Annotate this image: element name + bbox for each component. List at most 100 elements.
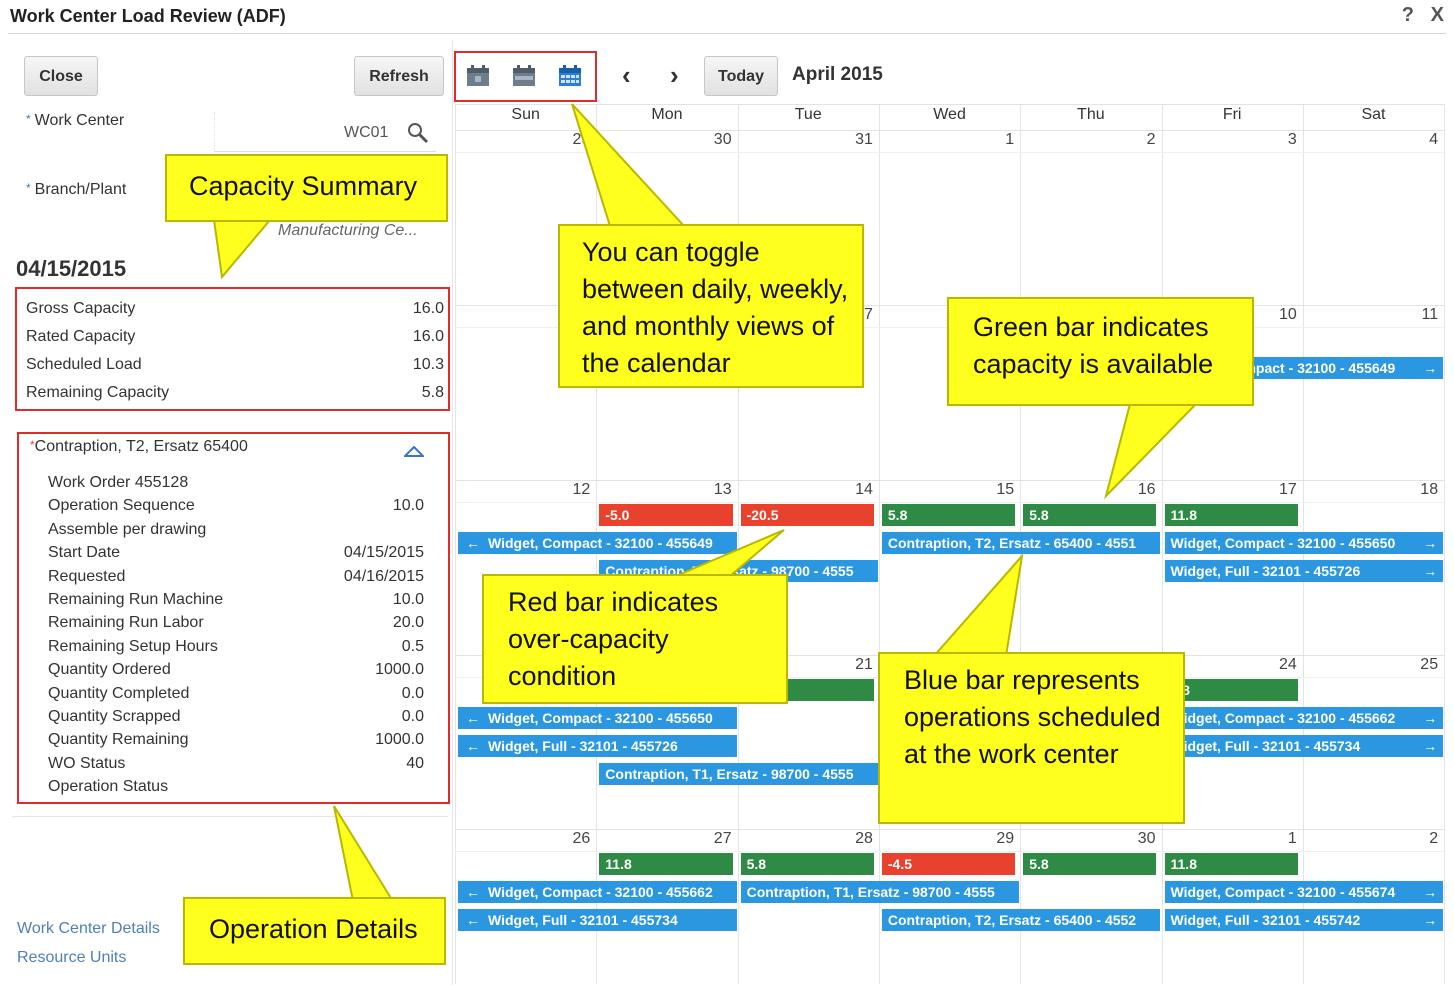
bar-text: Widget, Full - 32101 - 455734: [1170, 738, 1361, 754]
grid-column-line: [1444, 104, 1446, 984]
operation-row-label: Remaining Run Labor: [48, 614, 204, 632]
close-icon[interactable]: X: [1431, 4, 1444, 27]
operation-bar[interactable]: Widget, Compact - 32100 - 455662 →: [1164, 707, 1444, 729]
capacity-bar[interactable]: -5.0: [599, 504, 733, 526]
bar-text: 5.8: [1029, 507, 1049, 523]
summary-row-value: 16.0: [412, 300, 444, 317]
capacity-bar[interactable]: 11.8: [599, 853, 733, 875]
operation-row-label: Quantity Completed: [48, 684, 190, 702]
capacity-bar[interactable]: 5.8: [740, 853, 874, 875]
today-button[interactable]: Today: [704, 56, 778, 96]
day-header: Wed: [933, 106, 966, 123]
operation-bar[interactable]: Widget, Full - 32101 - 455726 →: [1164, 560, 1444, 582]
date-number[interactable]: 15: [879, 481, 1014, 499]
date-number[interactable]: 3: [1162, 131, 1297, 149]
month-view-icon[interactable]: [558, 65, 582, 87]
date-number[interactable]: 16: [1020, 481, 1156, 499]
bar-text: 11.8: [605, 856, 632, 872]
arrow-left-icon: ←: [466, 535, 480, 551]
bar-text: 11.8: [1170, 507, 1197, 523]
operation-row-label: Work Order 455128: [48, 474, 189, 491]
date-number[interactable]: 2: [1020, 131, 1156, 149]
grid-date-line: [455, 851, 1445, 852]
date-number[interactable]: 29: [455, 131, 591, 149]
capacity-bar[interactable]: 5.8: [1023, 853, 1157, 875]
green-bar-callout: Green bar indicates capacity is availabl…: [947, 297, 1254, 406]
operation-header[interactable]: *Contraption, T2, Ersatz 65400: [30, 438, 248, 456]
date-number[interactable]: 25: [1303, 656, 1438, 674]
blue-bar-tail: [931, 552, 1024, 657]
capacity-summary-tail: [212, 219, 273, 280]
capacity-bar[interactable]: 11.8: [1164, 853, 1298, 875]
summary-date: 04/15/2015: [16, 256, 127, 281]
collapse-triangle-icon[interactable]: [404, 446, 424, 458]
branch-plant-value[interactable]: Manufacturing Ce...: [278, 222, 418, 240]
operation-bar[interactable]: Contraption, T1, Ersatz - 98700 - 4555: [740, 881, 1020, 903]
date-number[interactable]: 30: [1020, 830, 1156, 848]
refresh-button[interactable]: Refresh: [354, 56, 444, 96]
help-icon[interactable]: ?: [1402, 4, 1414, 27]
operation-row-value: 1000.0: [375, 731, 424, 749]
bar-text: -4.5: [887, 856, 913, 872]
date-number[interactable]: 29: [879, 830, 1014, 848]
operation-bar[interactable]: Widget, Full - 32101 - 455742 →: [1164, 909, 1444, 931]
bar-text: Widget, Compact - 32100 - 455674: [1170, 884, 1396, 900]
date-number[interactable]: 1: [879, 131, 1014, 149]
date-number[interactable]: 26: [455, 830, 591, 848]
date-number[interactable]: 31: [738, 131, 873, 149]
capacity-bar[interactable]: -4.5: [881, 853, 1016, 875]
operation-bar[interactable]: ← Widget, Full - 32101 - 455734: [458, 909, 737, 931]
bar-text: Contraption, T1, Ersatz - 98700 - 4555: [746, 884, 995, 900]
day-view-icon[interactable]: [466, 65, 490, 87]
work-center-details-link[interactable]: Work Center Details: [17, 920, 160, 938]
operation-row-label: WO Status: [48, 754, 126, 772]
date-number[interactable]: 4: [1303, 131, 1438, 149]
bar-text: 5.8: [887, 507, 908, 523]
date-number[interactable]: 2: [1303, 830, 1438, 848]
day-header: Tue: [794, 106, 822, 123]
work-center-value[interactable]: WC01: [344, 124, 388, 142]
date-number[interactable]: 30: [596, 131, 732, 149]
date-number[interactable]: 1: [1162, 830, 1297, 848]
capacity-bar[interactable]: -20.5: [740, 504, 874, 526]
date-number[interactable]: 17: [1162, 481, 1297, 499]
date-number[interactable]: 27: [596, 830, 732, 848]
arrow-right-icon: →: [1421, 881, 1438, 903]
week-view-icon[interactable]: [512, 65, 536, 87]
operation-bar[interactable]: ← Widget, Full - 32101 - 455726: [458, 735, 737, 757]
capacity-bar[interactable]: 5.8: [881, 504, 1016, 526]
operation-row-label: Operation Sequence: [48, 497, 195, 515]
search-icon[interactable]: [406, 121, 430, 145]
operation-bar[interactable]: Contraption, T2, Ersatz - 65400 - 4551: [881, 532, 1161, 554]
date-number[interactable]: 11: [1303, 306, 1438, 324]
date-number[interactable]: 14: [738, 481, 873, 499]
grid-row-line: [455, 104, 1445, 105]
close-button[interactable]: Close: [24, 56, 98, 96]
operation-bar[interactable]: Contraption, T1, Ersatz - 98700 - 4555: [599, 763, 878, 785]
operation-bar[interactable]: ← Widget, Compact - 32100 - 455662: [458, 881, 737, 903]
operation-bar[interactable]: Widget, Compact - 32100 - 455674 →: [1164, 881, 1444, 903]
operation-row-label: Start Date: [48, 544, 121, 562]
operation-row-value: 10.0: [392, 497, 424, 515]
date-number[interactable]: 12: [455, 481, 591, 499]
arrow-left-icon: ←: [466, 884, 480, 900]
capacity-bar[interactable]: 11.8: [1164, 504, 1298, 526]
operation-bar[interactable]: Widget, Compact - 32100 - 455650 →: [1164, 532, 1444, 554]
operation-row-value: 04/15/2015: [343, 544, 424, 562]
operation-row-value: 40: [406, 754, 424, 772]
arrow-right-icon: →: [1421, 560, 1438, 582]
resource-units-link[interactable]: Resource Units: [17, 949, 126, 967]
operation-bar[interactable]: Contraption, T2, Ersatz - 65400 - 4552: [881, 909, 1161, 931]
operation-bar[interactable]: Widget, Full - 32101 - 455734 →: [1164, 735, 1444, 757]
date-number[interactable]: 18: [1303, 481, 1438, 499]
capacity-bar[interactable]: 5.8: [1023, 504, 1157, 526]
date-number[interactable]: 28: [738, 830, 873, 848]
date-number[interactable]: 13: [596, 481, 732, 499]
work-center-field[interactable]: [214, 112, 436, 152]
summary-row-label: Remaining Capacity: [26, 384, 170, 401]
next-month-icon[interactable]: ›: [670, 60, 679, 91]
operation-bar[interactable]: ← Widget, Compact - 32100 - 455650: [458, 707, 737, 729]
operation-bar[interactable]: ← Widget, Compact - 32100 - 455649: [458, 532, 737, 554]
prev-month-icon[interactable]: ‹: [622, 60, 631, 91]
bar-text: 5.8: [746, 856, 767, 872]
